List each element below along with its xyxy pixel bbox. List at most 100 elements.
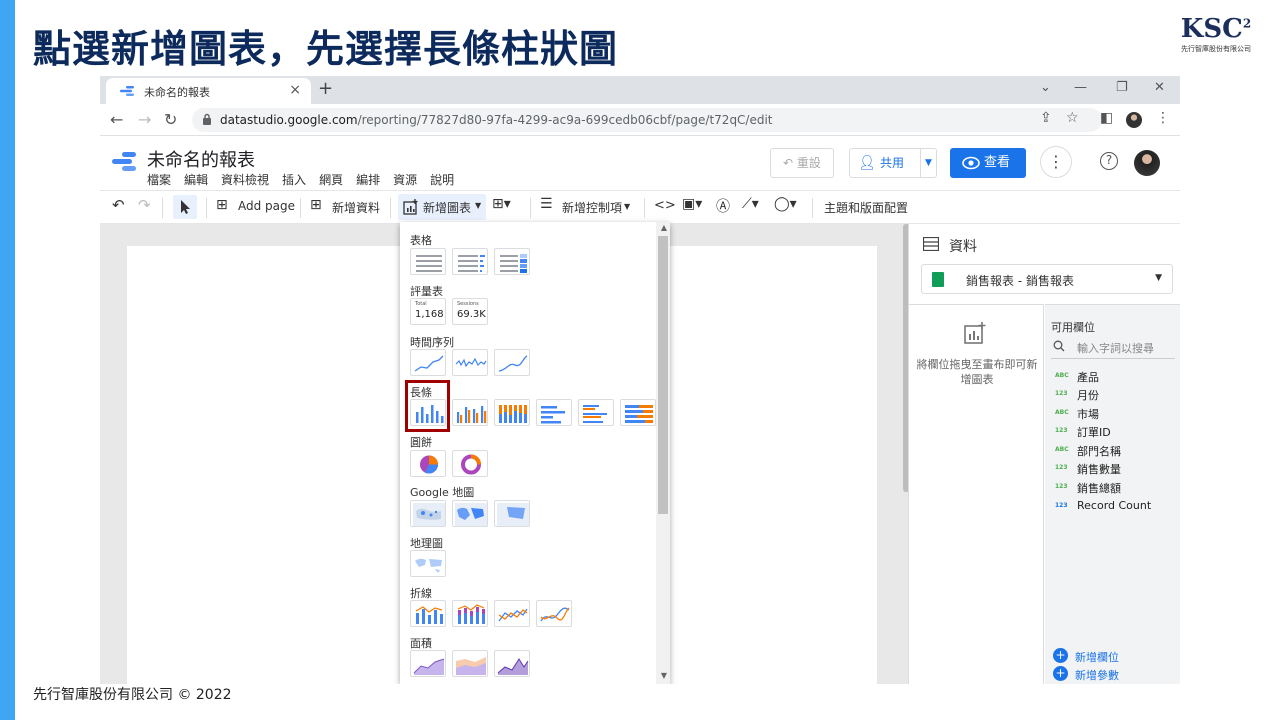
field-item[interactable]: ABC 產品 <box>1051 367 1177 385</box>
chart-google-map-filled[interactable] <box>452 500 488 527</box>
tab-strip: 未命名的報表 × + ⌄ — ❐ ✕ <box>100 76 1180 104</box>
menu-arrange[interactable]: 編排 <box>356 173 380 187</box>
tab-search-icon[interactable]: ⌄ <box>1040 80 1051 95</box>
field-item[interactable]: 123 Record Count <box>1051 497 1177 515</box>
forward-icon[interactable]: → <box>138 110 151 129</box>
back-icon[interactable]: ← <box>110 110 123 129</box>
menu-scrollbar[interactable] <box>658 236 668 514</box>
menu-view[interactable]: 資料檢視 <box>221 173 269 187</box>
search-icon <box>1053 340 1065 352</box>
share-page-icon[interactable]: ⇪ <box>1040 110 1052 126</box>
chart-table-bars[interactable] <box>452 248 488 275</box>
chart-smoothed-timeseries[interactable] <box>494 349 530 376</box>
add-page-button[interactable]: Add page <box>238 199 295 213</box>
reset-button[interactable]: ↶ 重設 <box>770 148 834 178</box>
field-item[interactable]: ABC 市場 <box>1051 404 1177 422</box>
chart-area[interactable] <box>410 650 446 677</box>
chart-bar-horizontal[interactable] <box>536 399 572 426</box>
restore-icon[interactable]: ❐ <box>1116 80 1128 95</box>
menu-insert[interactable]: 插入 <box>282 173 306 187</box>
field-search-input[interactable]: 輸入字詞以搜尋 <box>1051 337 1175 359</box>
data-source-select[interactable]: 銷售報表 - 銷售報表 ▼ <box>921 264 1173 294</box>
community-viz-icon[interactable]: ⊞▾ <box>492 196 511 212</box>
menu-page[interactable]: 網頁 <box>319 173 343 187</box>
more-options-icon[interactable]: ⋮ <box>1040 146 1072 178</box>
chevron-down-icon: ▼ <box>475 201 482 210</box>
chart-donut[interactable] <box>452 450 488 477</box>
undo-icon[interactable]: ↶ <box>112 196 125 214</box>
text-type-icon: ABC <box>1055 446 1069 453</box>
chart-google-map-bubble[interactable] <box>410 500 446 527</box>
chart-timeseries[interactable] <box>410 349 446 376</box>
data-source-name: 銷售報表 - 銷售報表 <box>966 274 1074 288</box>
field-item[interactable]: ABC 部門名稱 <box>1051 441 1177 459</box>
chart-pie[interactable] <box>410 450 446 477</box>
shape-icon[interactable]: ◯▾ <box>774 196 797 212</box>
chart-scorecard[interactable]: Total 1,168 <box>410 298 446 325</box>
chart-grouped-bar[interactable] <box>578 399 614 426</box>
chart-table-heatmap[interactable] <box>494 248 530 275</box>
theme-layout-button[interactable]: 主題和版面配置 <box>824 199 908 216</box>
field-item[interactable]: 123 銷售總額 <box>1051 478 1177 496</box>
add-parameter-button[interactable]: + 新增參數 <box>1051 666 1177 684</box>
add-data-icon: ⊞ <box>310 197 322 213</box>
close-window-icon[interactable]: ✕ <box>1154 80 1165 95</box>
group-area-label: 面積 <box>410 637 432 650</box>
menu-resource[interactable]: 資源 <box>393 173 417 187</box>
user-avatar[interactable] <box>1134 150 1160 176</box>
profile-avatar[interactable] <box>1126 112 1142 128</box>
menu-edit[interactable]: 編輯 <box>184 173 208 187</box>
line-icon[interactable]: ⟋▾ <box>742 196 759 212</box>
scroll-up-icon[interactable]: ▲ <box>661 223 667 232</box>
text-box-icon[interactable]: Ⓐ <box>716 196 730 216</box>
chart-google-map-heatmap[interactable] <box>494 500 530 527</box>
scroll-down-icon[interactable]: ▼ <box>661 671 667 680</box>
chart-grouped-column[interactable] <box>452 399 488 426</box>
menu-file[interactable]: 檔案 <box>147 173 171 187</box>
chart-table[interactable] <box>410 248 446 275</box>
chart-sparkline[interactable] <box>452 349 488 376</box>
chart-geo[interactable] <box>410 550 446 577</box>
chevron-down-icon[interactable]: ▼ <box>624 202 630 211</box>
browser-menu-icon[interactable]: ⋮ <box>1156 110 1170 126</box>
browser-tab[interactable]: 未命名的報表 × <box>106 78 311 104</box>
add-data-button[interactable]: 新增資料 <box>332 199 380 216</box>
tab-close-icon[interactable]: × <box>289 82 301 98</box>
field-item[interactable]: 123 訂單ID <box>1051 422 1177 440</box>
chart-stacked-combo[interactable] <box>452 600 488 627</box>
side-panel-icon[interactable]: ◧ <box>1100 110 1113 126</box>
field-item[interactable]: 123 月份 <box>1051 385 1177 403</box>
share-dropdown-icon[interactable]: ▼ <box>920 149 936 177</box>
new-tab-icon[interactable]: + <box>318 78 333 99</box>
add-field-button[interactable]: + 新增欄位 <box>1051 648 1177 666</box>
chart-scorecard-compact[interactable]: Sessions 69.3K <box>452 298 488 325</box>
report-title[interactable]: 未命名的報表 <box>147 146 255 172</box>
scorecard-value: 1,168 <box>415 309 444 320</box>
redo-icon[interactable]: ↷ <box>138 196 151 214</box>
menu-help[interactable]: 說明 <box>430 173 454 187</box>
select-tool-button[interactable] <box>173 195 197 219</box>
image-icon[interactable]: ▣▾ <box>682 196 702 212</box>
add-chart-button[interactable]: 新增圖表 ▼ <box>398 194 486 220</box>
chart-stacked-bar[interactable] <box>620 399 656 426</box>
bookmark-star-icon[interactable]: ☆ <box>1066 110 1079 126</box>
help-icon[interactable]: ? <box>1100 152 1118 170</box>
reload-icon[interactable]: ↻ <box>164 110 177 129</box>
chart-stacked-column[interactable] <box>494 399 530 426</box>
chart-smoothed-line[interactable] <box>536 600 572 627</box>
embed-code-icon[interactable]: <> <box>654 198 676 213</box>
view-button[interactable]: 查看 <box>950 148 1026 178</box>
share-button[interactable]: 👤︎ 共用 ▼ <box>849 148 937 178</box>
url-bar[interactable]: datastudio.google.com/reporting/77827d80… <box>192 108 1102 132</box>
add-control-button[interactable]: 新增控制項 <box>562 199 622 216</box>
chart-stacked-area[interactable] <box>452 650 488 677</box>
field-item[interactable]: 123 銷售數量 <box>1051 459 1177 477</box>
chart-column[interactable] <box>410 399 446 426</box>
field-list: 可用欄位 輸入字詞以搜尋 ABC 產品 123 月份 ABC 市場 123 訂單ID A… <box>1045 304 1180 684</box>
chart-100-area[interactable] <box>494 650 530 677</box>
minimize-icon[interactable]: — <box>1074 80 1087 95</box>
text-type-icon: ABC <box>1055 409 1069 416</box>
chart-combo[interactable] <box>410 600 446 627</box>
drop-zone[interactable]: 將欄位拖曳至畫布即可新增圖表 <box>909 304 1044 684</box>
chart-line[interactable] <box>494 600 530 627</box>
